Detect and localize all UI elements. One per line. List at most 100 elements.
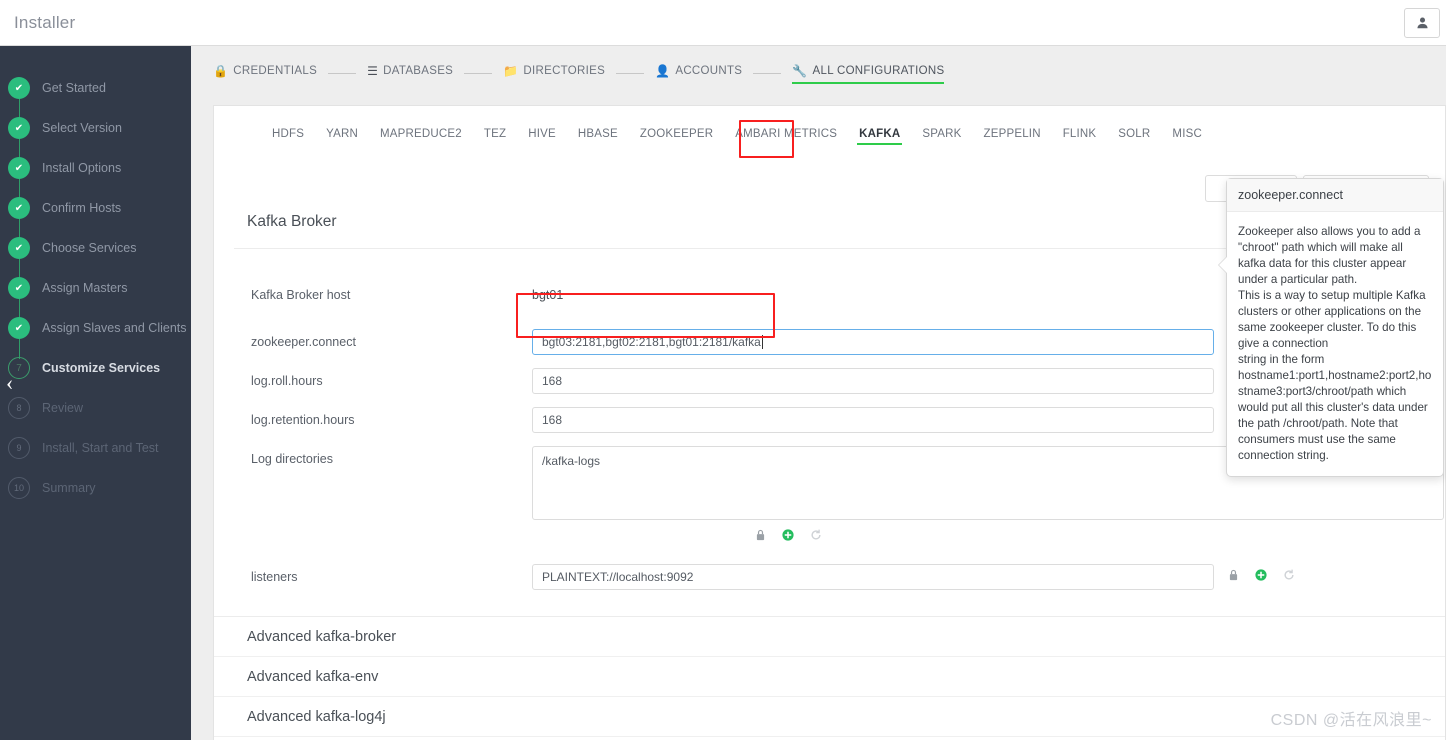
sidebar-step-label: Review <box>42 401 83 415</box>
sidebar-step-assign-slaves-and-clients[interactable]: ✔ Assign Slaves and Clients <box>0 308 191 348</box>
log-roll-hours-input[interactable]: 168 <box>532 368 1214 394</box>
zookeeper-connect-input[interactable]: bgt03:2181,bgt02:2181,bgt01:2181/kafka <box>532 329 1214 355</box>
installer-window: Installer ✔ Get Started ✔ Select Version ✔ In… <box>0 0 1446 740</box>
tooltip-arrow-icon <box>1219 257 1227 273</box>
breadcrumb-item-label: ALL CONFIGURATIONS <box>812 65 945 77</box>
check-icon: ✔ <box>8 237 30 259</box>
sidebar-step-install-start-and-test[interactable]: 9 Install, Start and Test <box>0 428 191 468</box>
text-caret <box>761 335 763 349</box>
listeners-input[interactable]: PLAINTEXT://localhost:9092 <box>532 564 1214 590</box>
check-icon: ✔ <box>8 117 30 139</box>
log-retention-hours-input[interactable]: 168 <box>532 407 1214 433</box>
step-number-badge: 9 <box>8 437 30 459</box>
lock-icon: 🔒 <box>213 64 229 78</box>
breadcrumb-separator <box>616 72 645 74</box>
service-tab-hbase[interactable]: HBASE <box>578 128 618 145</box>
field-help-tooltip: zookeeper.connect Zookeeper also allows … <box>1219 178 1444 477</box>
step-number-badge: 8 <box>8 397 30 419</box>
service-tab-hive[interactable]: HIVE <box>528 128 556 145</box>
check-icon: ✔ <box>8 317 30 339</box>
tooltip-body: Zookeeper also allows you to add a "chro… <box>1238 225 1432 462</box>
config-label: listeners <box>251 570 298 584</box>
revert-icon[interactable] <box>1283 569 1295 583</box>
service-tab-mapreduce2[interactable]: MAPREDUCE2 <box>380 128 462 145</box>
check-icon: ✔ <box>8 77 30 99</box>
wizard-step-list: ✔ Get Started ✔ Select Version ✔ Install Opti… <box>0 46 191 508</box>
sidebar-step-assign-masters[interactable]: ✔ Assign Masters <box>0 268 191 308</box>
sidebar-step-label: Install, Start and Test <box>42 441 159 455</box>
sidebar-step-label: Choose Services <box>42 241 137 255</box>
sidebar-step-review[interactable]: 8 Review <box>0 388 191 428</box>
advanced-section-advanced-kafka-client-jaas-conf[interactable]: Advanced kafka_client_jaas_conf <box>214 736 1445 740</box>
person-icon: 👤 <box>655 64 671 78</box>
config-label: Kafka Broker host <box>251 288 351 302</box>
sidebar-step-label: Summary <box>42 481 96 495</box>
tooltip-title: zookeeper.connect <box>1227 179 1443 212</box>
sidebar-step-label: Install Options <box>42 161 122 175</box>
listeners-actions <box>1228 564 1295 583</box>
breadcrumb-item-label: CREDENTIALS <box>233 65 318 77</box>
service-tab-hdfs[interactable]: HDFS <box>272 128 304 145</box>
service-tab-ambari-metrics[interactable]: AMBARI METRICS <box>735 128 837 145</box>
revert-icon[interactable] <box>810 529 822 543</box>
config-label: log.roll.hours <box>251 374 323 388</box>
override-icon[interactable] <box>782 529 794 543</box>
advanced-section-advanced-kafka-broker[interactable]: Advanced kafka-broker <box>214 616 1445 656</box>
top-bar-right <box>1404 7 1440 38</box>
breadcrumb-separator <box>328 72 357 74</box>
user-icon <box>1416 17 1428 29</box>
sidebar-step-label: Assign Slaves and Clients <box>42 321 187 335</box>
sidebar-step-label: Confirm Hosts <box>42 201 122 215</box>
input-text: bgt03:2181,bgt02:2181,bgt01:2181/kafka <box>542 335 761 349</box>
config-label: log.retention.hours <box>251 413 355 427</box>
service-tab-solr[interactable]: SOLR <box>1118 128 1150 145</box>
sidebar-step-choose-services[interactable]: ✔ Choose Services <box>0 228 191 268</box>
lock-icon[interactable] <box>755 529 766 543</box>
breadcrumb-item-all-configurations[interactable]: 🔧 ALL CONFIGURATIONS <box>792 64 945 84</box>
sidebar-step-summary[interactable]: 10 Summary <box>0 468 191 508</box>
database-icon: ☰ <box>367 64 379 78</box>
folder-icon: 📁 <box>503 64 519 78</box>
breadcrumb-item-credentials[interactable]: 🔒 CREDENTIALS <box>213 64 317 82</box>
lock-icon[interactable] <box>1228 569 1239 583</box>
service-tab-flink[interactable]: FLINK <box>1063 128 1097 145</box>
log-directories-actions <box>214 529 1445 543</box>
breadcrumb-separator <box>753 72 782 74</box>
sidebar-step-get-started[interactable]: ✔ Get Started <box>0 68 191 108</box>
breadcrumb-item-label: DIRECTORIES <box>523 65 606 77</box>
breadcrumb-item-databases[interactable]: ☰ DATABASES <box>367 64 453 82</box>
page-title: Installer <box>14 12 76 32</box>
sidebar-step-install-options[interactable]: ✔ Install Options <box>0 148 191 188</box>
service-tab-spark[interactable]: SPARK <box>922 128 961 145</box>
sidebar-step-label: Select Version <box>42 121 122 135</box>
service-tab-zookeeper[interactable]: ZOOKEEPER <box>640 128 713 145</box>
service-tab-kafka[interactable]: KAFKA <box>857 128 903 145</box>
service-tab-yarn[interactable]: YARN <box>326 128 358 145</box>
breadcrumb-item-label: DATABASES <box>383 65 454 77</box>
service-tab-tez[interactable]: TEZ <box>484 128 506 145</box>
user-menu-button[interactable] <box>1404 7 1440 38</box>
sidebar-step-select-version[interactable]: ✔ Select Version <box>0 108 191 148</box>
config-label: zookeeper.connect <box>251 335 356 349</box>
service-tab-misc[interactable]: MISC <box>1172 128 1202 145</box>
top-bar: Installer <box>0 0 1446 46</box>
config-value: bgt01 <box>532 288 564 302</box>
check-icon: ✔ <box>8 157 30 179</box>
sidebar-step-confirm-hosts[interactable]: ✔ Confirm Hosts <box>0 188 191 228</box>
check-icon: ✔ <box>8 197 30 219</box>
breadcrumb-item-directories[interactable]: 📁 DIRECTORIES <box>503 64 605 82</box>
sidebar-step-customize-services[interactable]: 7 Customize Services <box>0 348 191 388</box>
step-number-badge: 10 <box>8 477 30 499</box>
step-number-badge: 7 <box>8 357 30 379</box>
advanced-sections: Advanced kafka-broker Advanced kafka-env A… <box>214 616 1445 740</box>
advanced-section-advanced-kafka-log4j[interactable]: Advanced kafka-log4j <box>214 696 1445 736</box>
watermark: CSDN @活在风浪里~ <box>1270 712 1432 729</box>
sidebar-step-label: Get Started <box>42 81 106 95</box>
advanced-section-advanced-kafka-env[interactable]: Advanced kafka-env <box>214 656 1445 696</box>
override-icon[interactable] <box>1255 569 1267 583</box>
breadcrumb-item-accounts[interactable]: 👤 ACCOUNTS <box>655 64 742 82</box>
config-row-listeners: listeners PLAINTEXT://localhost:9092 <box>214 564 1445 590</box>
service-tab-bar: HDFS YARN MAPREDUCE2 TEZ HIVE HBASE ZOOKEEPER A… <box>214 106 1445 145</box>
sidebar-step-label: Customize Services <box>42 361 161 375</box>
service-tab-zeppelin[interactable]: ZEPPELIN <box>984 128 1041 145</box>
